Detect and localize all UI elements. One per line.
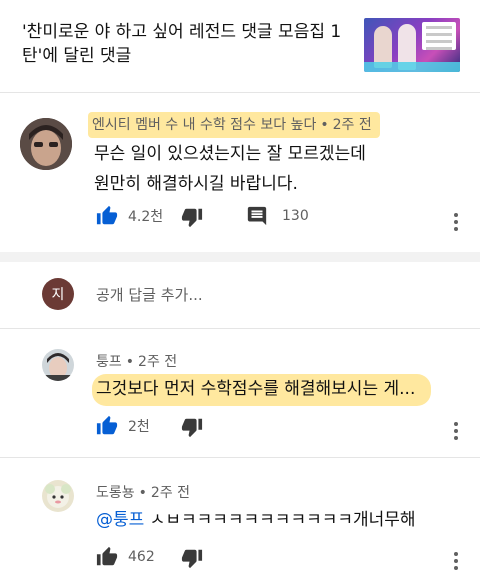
avatar-image: [42, 480, 74, 512]
comment-text-line: 원만히 해결하시길 바랍니다.: [94, 174, 298, 194]
comment-time: 2주 전: [150, 485, 191, 501]
comment-actions: 2천: [96, 415, 396, 445]
comment-meta: 엔시티 멤버 수 내 수학 점수 보다 높다 • 2주 전: [88, 112, 380, 138]
reply-comment: 도롱뇽 • 2주 전 @퉁프 ㅅㅂㅋㅋㅋㅋㅋㅋㅋㅋㅋㅋㅋ개너무해 462: [0, 458, 480, 586]
comment-time: 2주 전: [138, 354, 178, 370]
comment-text-line: ㅅㅂㅋㅋㅋㅋㅋㅋㅋㅋㅋㅋㅋ개너무해: [144, 510, 416, 530]
like-button[interactable]: 4.2천: [96, 205, 163, 227]
comment-text: @퉁프 ㅅㅂㅋㅋㅋㅋㅋㅋㅋㅋㅋㅋㅋ개너무해: [96, 505, 416, 535]
thumb-up-icon: [96, 546, 118, 566]
reply-comment: 퉁프 • 2주 전 그것보다 먼저 수학점수를 해결해보시는 게... 2천: [0, 329, 480, 457]
comment-text-line: 그것보다 먼저 수학점수를 해결해보시는 게...: [96, 379, 416, 399]
thumb-down-icon: [181, 549, 203, 569]
comment-text: 그것보다 먼저 수학점수를 해결해보시는 게...: [92, 374, 432, 406]
comment-text-line: 무슨 일이 있으셨는지는 잘 모르겠는데: [94, 144, 366, 164]
like-button[interactable]: 462: [96, 546, 155, 568]
reply-count-button[interactable]: 130: [246, 205, 309, 227]
video-header[interactable]: '찬미로운 야 하고 싶어 레전드 댓글 모음집 1탄'에 달린 댓글: [0, 0, 480, 92]
comment-icon: [247, 206, 267, 226]
reply-input-bar: 지 공개 답글 추가...: [0, 262, 480, 328]
more-vert-icon[interactable]: [453, 213, 459, 233]
thumbnail-card: [422, 22, 456, 50]
thumbnail-bar: [364, 62, 460, 72]
video-thumbnail[interactable]: [364, 18, 460, 72]
thumb-down-icon: [181, 418, 203, 438]
comment-actions: 4.2천 130: [96, 205, 436, 235]
avatar[interactable]: [42, 480, 74, 512]
user-avatar[interactable]: 지: [42, 278, 74, 310]
comment-meta: 도롱뇽 • 2주 전: [96, 485, 191, 501]
reply-count: 130: [282, 208, 309, 224]
mention-link[interactable]: @퉁프: [96, 510, 144, 530]
avatar-image: [20, 118, 72, 170]
dislike-button[interactable]: [181, 416, 203, 438]
like-count: 462: [128, 549, 155, 565]
comment-meta: 퉁프 • 2주 전: [96, 354, 178, 370]
more-vert-icon[interactable]: [453, 552, 459, 572]
comment-text: 무슨 일이 있으셨는지는 잘 모르겠는데 원만히 해결하시길 바랍니다.: [94, 139, 366, 199]
like-count: 2천: [128, 419, 150, 435]
section-divider: [0, 252, 480, 262]
comment-author[interactable]: 퉁프: [96, 354, 122, 370]
video-title[interactable]: '찬미로운 야 하고 싶어 레전드 댓글 모음집 1탄'에 달린 댓글: [22, 20, 352, 68]
comment-author[interactable]: 엔시티 멤버 수 내 수학 점수 보다 높다: [92, 117, 316, 133]
avatar-image: [42, 349, 74, 381]
main-comment: 엔시티 멤버 수 내 수학 점수 보다 높다 • 2주 전 무슨 일이 있으셨는지는…: [0, 92, 480, 252]
comment-author[interactable]: 도롱뇽: [96, 485, 135, 501]
more-vert-icon[interactable]: [453, 422, 459, 442]
like-count: 4.2천: [128, 209, 164, 225]
comment-time: 2주 전: [332, 117, 372, 133]
like-button[interactable]: 2천: [96, 415, 150, 437]
avatar[interactable]: [20, 118, 72, 170]
thumb-up-icon: [96, 415, 118, 435]
dislike-button[interactable]: [181, 206, 203, 228]
dislike-button[interactable]: [181, 547, 203, 569]
thumb-up-icon: [96, 205, 118, 225]
thumb-down-icon: [181, 208, 203, 228]
comment-actions: 462: [96, 546, 396, 576]
reply-input[interactable]: 공개 답글 추가...: [96, 284, 203, 305]
avatar[interactable]: [42, 349, 74, 381]
